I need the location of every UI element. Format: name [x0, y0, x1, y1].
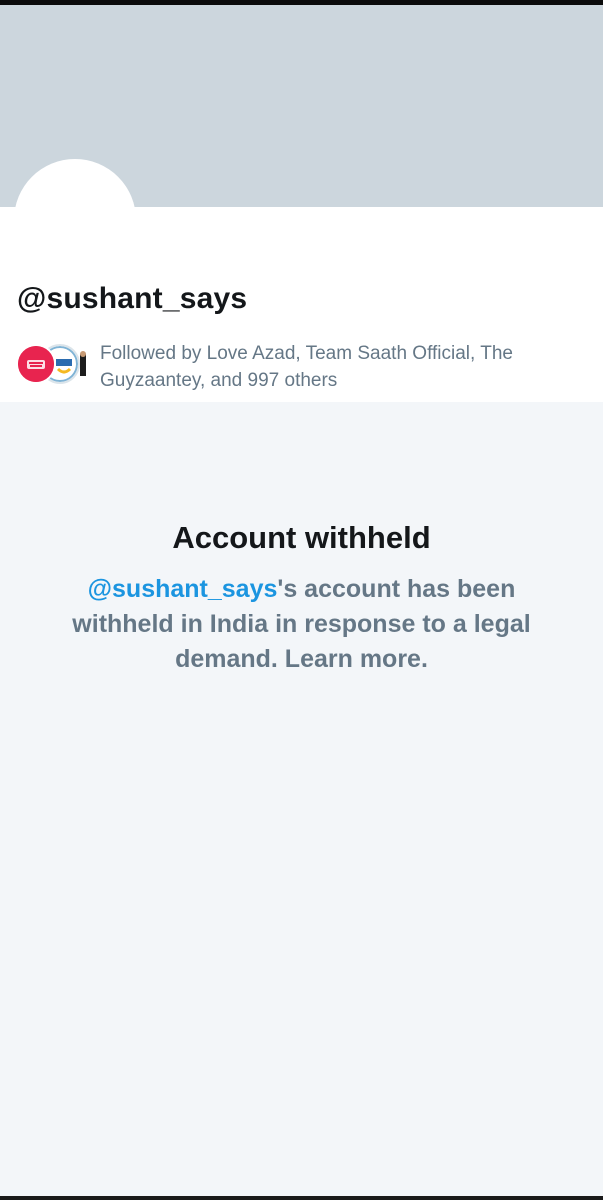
navigation-bar	[0, 1196, 603, 1200]
follower-avatar-love-azad	[16, 344, 56, 384]
followed-by-row[interactable]: Followed by Love Azad, Team Saath Offici…	[16, 340, 596, 394]
profile-avatar[interactable]	[14, 159, 136, 281]
followed-by-text: Followed by Love Azad, Team Saath Offici…	[100, 343, 513, 391]
withheld-handle-link[interactable]: @sushant_says	[88, 575, 278, 603]
withheld-title: Account withheld	[172, 520, 431, 555]
withheld-message: @sushant_says's account has been withhel…	[52, 572, 552, 677]
withheld-notice: Account withheld @sushant_says's account…	[0, 520, 603, 677]
profile-handle: @sushant_says	[17, 282, 248, 315]
